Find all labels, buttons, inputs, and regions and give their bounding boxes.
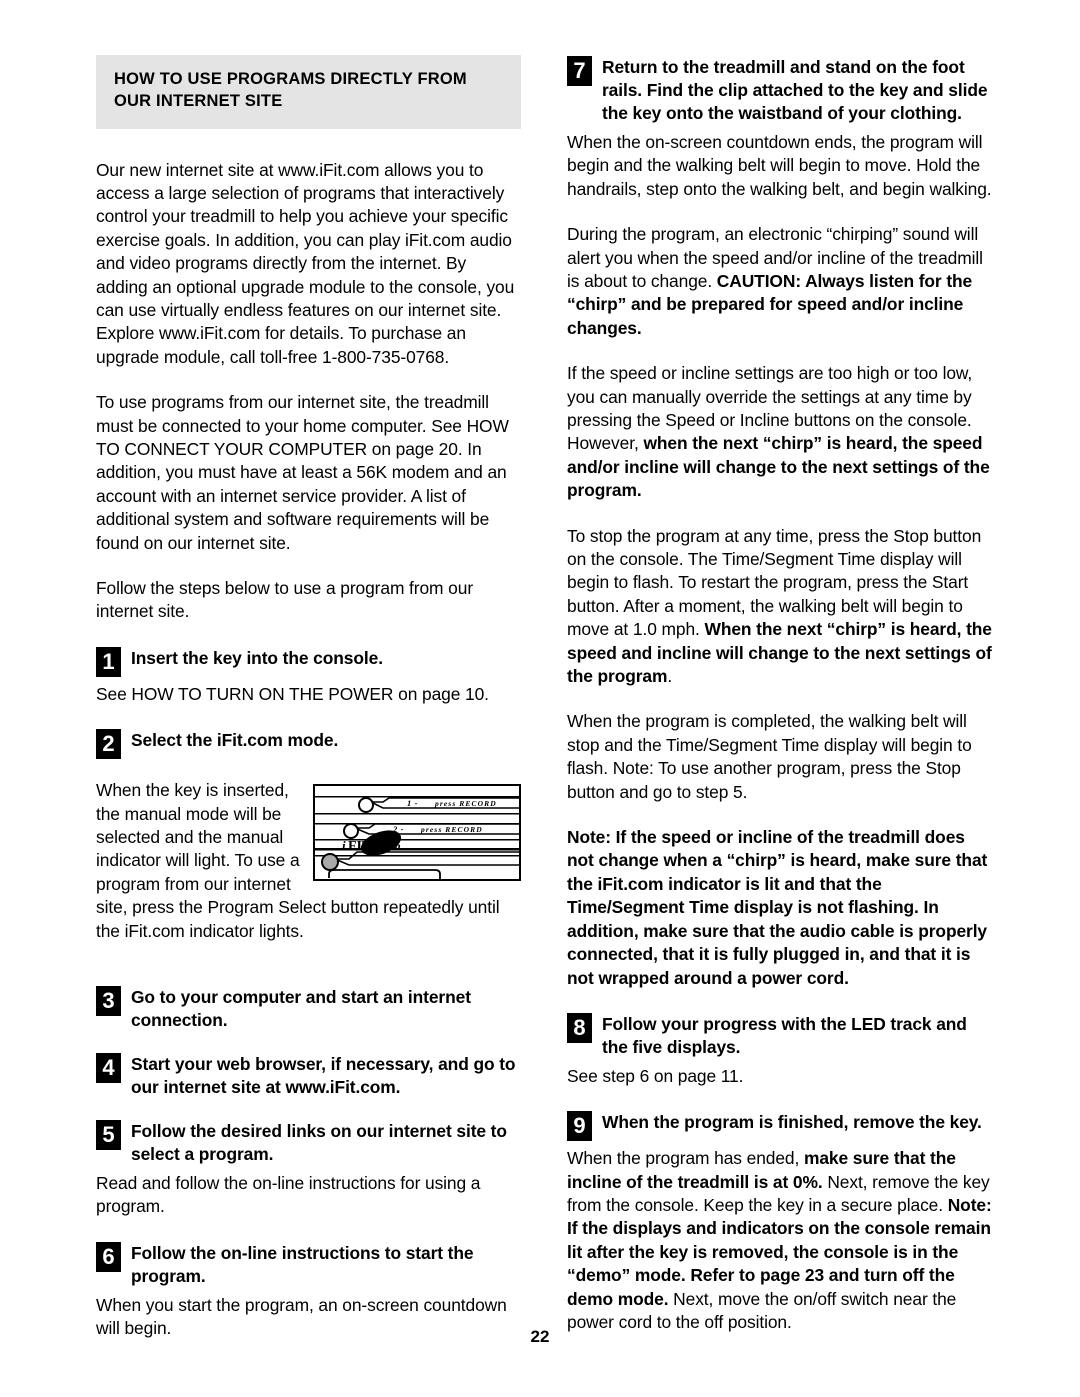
step-9-heading: When the program is finished, remove the… — [602, 1112, 982, 1133]
step-5: 5 Follow the desired links on our intern… — [96, 1119, 521, 1166]
left-column: HOW TO USE PROGRAMS DIRECTLY FROM OUR IN… — [96, 55, 521, 1362]
svg-text:press RECORD: press RECORD — [434, 799, 497, 808]
step-3: 3 Go to your computer and start an inter… — [96, 985, 521, 1032]
console-diagram-svg: 1 - press RECORD 2 - press RECORD i FIT … — [315, 796, 519, 880]
step-6-block: 6 Follow the on-line instructions to sta… — [96, 1241, 521, 1341]
page-title: HOW TO USE PROGRAMS DIRECTLY FROM OUR IN… — [114, 70, 467, 110]
step-7-p4-normal-tail: . — [667, 666, 673, 687]
step-2-body-with-figure: 1 - press RECORD 2 - press RECORD i FIT … — [96, 779, 521, 965]
step-9-block: 9 When the program is finished, remove t… — [567, 1110, 992, 1334]
step-4-block: 4 Start your web browser, if necessary, … — [96, 1052, 521, 1099]
step-1-block: 1 Insert the key into the console. See H… — [96, 646, 521, 706]
step-9: 9 When the program is finished, remove t… — [567, 1110, 992, 1142]
step-7-paragraph-3: If the speed or incline settings are too… — [567, 362, 992, 502]
step-9-body: When the program has ended, make sure th… — [567, 1147, 992, 1334]
step-8-body: See step 6 on page 11. — [567, 1065, 744, 1086]
step-6: 6 Follow the on-line instructions to sta… — [96, 1241, 521, 1288]
step-4: 4 Start your web browser, if necessary, … — [96, 1052, 521, 1099]
console-ifit-indicator-diagram: 1 - press RECORD 2 - press RECORD i FIT … — [313, 784, 521, 882]
step-8-number: 8 — [567, 1012, 592, 1043]
svg-text:press RECORD: press RECORD — [420, 825, 483, 834]
step-2-heading: Select the iFit.com mode. — [131, 730, 339, 751]
intro-paragraph-1: Our new internet site at www.iFit.com al… — [96, 159, 515, 367]
step-9-number: 9 — [567, 1111, 592, 1142]
step-7-paragraph-1: When the on-screen countdown ends, the p… — [567, 131, 992, 199]
step-5-body: Read and follow the on-line instructions… — [96, 1172, 481, 1217]
manual-page: HOW TO USE PROGRAMS DIRECTLY FROM OUR IN… — [0, 0, 1080, 1397]
svg-text:FIT: FIT — [348, 839, 372, 854]
two-column-layout: HOW TO USE PROGRAMS DIRECTLY FROM OUR IN… — [96, 55, 992, 1362]
right-column: 7 Return to the treadmill and stand on t… — [567, 55, 992, 1362]
step-7-paragraph-5: When the program is completed, the walki… — [567, 711, 972, 802]
svg-text:2 -: 2 - — [392, 824, 404, 834]
svg-text:.com: .com — [377, 839, 401, 853]
step-2-block: 2 Select the iFit.com mode. 1 - press RE… — [96, 728, 521, 965]
step-9-normal-a: When the program has ended, — [567, 1148, 804, 1169]
step-3-heading: Go to your computer and start an interne… — [131, 987, 471, 1031]
svg-text:1 -: 1 - — [407, 798, 418, 808]
step-5-block: 5 Follow the desired links on our intern… — [96, 1119, 521, 1219]
step-8: 8 Follow your progress with the LED trac… — [567, 1012, 992, 1059]
step-6-number: 6 — [96, 1241, 121, 1272]
step-1-body: See HOW TO TURN ON THE POWER on page 10. — [96, 683, 489, 704]
step-5-number: 5 — [96, 1119, 121, 1150]
step-4-heading: Start your web browser, if necessary, an… — [131, 1054, 516, 1097]
step-8-heading: Follow your progress with the LED track … — [602, 1013, 967, 1057]
svg-text:i: i — [342, 838, 346, 853]
step-7-note-bold: Note: If the speed or incline of the tre… — [567, 827, 988, 988]
intro-paragraph-2: To use programs from our internet site, … — [96, 392, 509, 553]
page-number: 22 — [530, 1327, 550, 1346]
step-3-number: 3 — [96, 986, 121, 1017]
step-8-block: 8 Follow your progress with the LED trac… — [567, 1012, 992, 1088]
step-2: 2 Select the iFit.com mode. — [96, 728, 521, 760]
step-7-paragraph-4: To stop the program at any time, press t… — [567, 525, 992, 689]
step-1: 1 Insert the key into the console. — [96, 646, 521, 677]
step-2-number: 2 — [96, 729, 121, 760]
step-7-number: 7 — [567, 56, 592, 86]
step-1-number: 1 — [96, 646, 121, 677]
step-5-heading: Follow the desired links on our internet… — [131, 1120, 507, 1164]
section-header-banner: HOW TO USE PROGRAMS DIRECTLY FROM OUR IN… — [96, 55, 521, 129]
step-3-block: 3 Go to your computer and start an inter… — [96, 985, 521, 1032]
step-7-paragraph-2: During the program, an electronic “chirp… — [567, 223, 992, 340]
step-7: 7 Return to the treadmill and stand on t… — [567, 55, 992, 125]
intro-paragraph-3: Follow the steps below to use a program … — [96, 578, 474, 622]
step-7-note: Note: If the speed or incline of the tre… — [567, 826, 992, 990]
step-1-heading: Insert the key into the console. — [131, 647, 383, 668]
step-7-heading: Return to the treadmill and stand on the… — [602, 57, 988, 123]
step-4-number: 4 — [96, 1053, 121, 1084]
step-7-block: 7 Return to the treadmill and stand on t… — [567, 55, 992, 990]
step-6-heading: Follow the on-line instructions to start… — [131, 1242, 474, 1286]
